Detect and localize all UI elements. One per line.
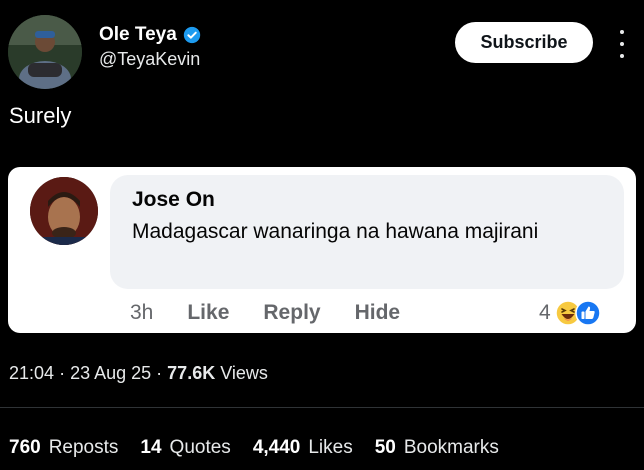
views-label: Views (220, 363, 268, 383)
post-date[interactable]: 23 Aug 25 (70, 363, 151, 383)
author-name[interactable]: Ole Teya (99, 23, 177, 47)
reply-action[interactable]: Reply (263, 301, 320, 325)
comment-text: Madagascar wanaringa na hawana majirani (132, 220, 539, 243)
hide-action[interactable]: Hide (355, 301, 401, 325)
reposts-stat[interactable]: 760 Reposts (9, 436, 118, 460)
reaction-count: 4 (539, 301, 551, 324)
commenter-photo (30, 177, 98, 245)
reaction-summary[interactable]: 4 (539, 298, 601, 328)
post-time[interactable]: 21:04 (9, 363, 54, 383)
like-action[interactable]: Like (187, 301, 229, 325)
more-options-icon[interactable] (614, 30, 630, 58)
author-avatar[interactable] (8, 15, 82, 89)
author-handle[interactable]: @TeyaKevin (99, 47, 200, 71)
engagement-stats: 760 Reposts 14 Quotes 4,440 Likes 50 Bookmar… (9, 436, 521, 460)
quoted-comment-card[interactable]: Jose On Madagascar wanaringa na hawana m… (8, 167, 636, 333)
views-count: 77.6K (167, 363, 216, 383)
post-meta: 21:04 · 23 Aug 25 · 77.6K Views (9, 361, 268, 385)
like-emoji-icon (574, 300, 601, 326)
comment-actions: 3h Like Reply Hide (130, 296, 434, 330)
divider (0, 407, 644, 408)
quotes-stat[interactable]: 14 Quotes (140, 436, 230, 460)
commenter-avatar[interactable] (30, 177, 98, 245)
comment-bubble: Jose On Madagascar wanaringa na hawana m… (110, 175, 624, 289)
post-text: Surely (9, 103, 72, 128)
commenter-name[interactable]: Jose On (132, 186, 215, 214)
likes-stat[interactable]: 4,440 Likes (253, 436, 353, 460)
comment-time[interactable]: 3h (130, 301, 153, 325)
bookmarks-stat[interactable]: 50 Bookmarks (375, 436, 499, 460)
subscribe-button[interactable]: Subscribe (455, 22, 593, 63)
meta-separator: · (156, 363, 168, 383)
author-name-row[interactable]: Ole Teya (99, 23, 201, 47)
verified-badge-icon (183, 26, 200, 44)
meta-separator: · (59, 363, 71, 383)
author-photo (8, 15, 82, 89)
